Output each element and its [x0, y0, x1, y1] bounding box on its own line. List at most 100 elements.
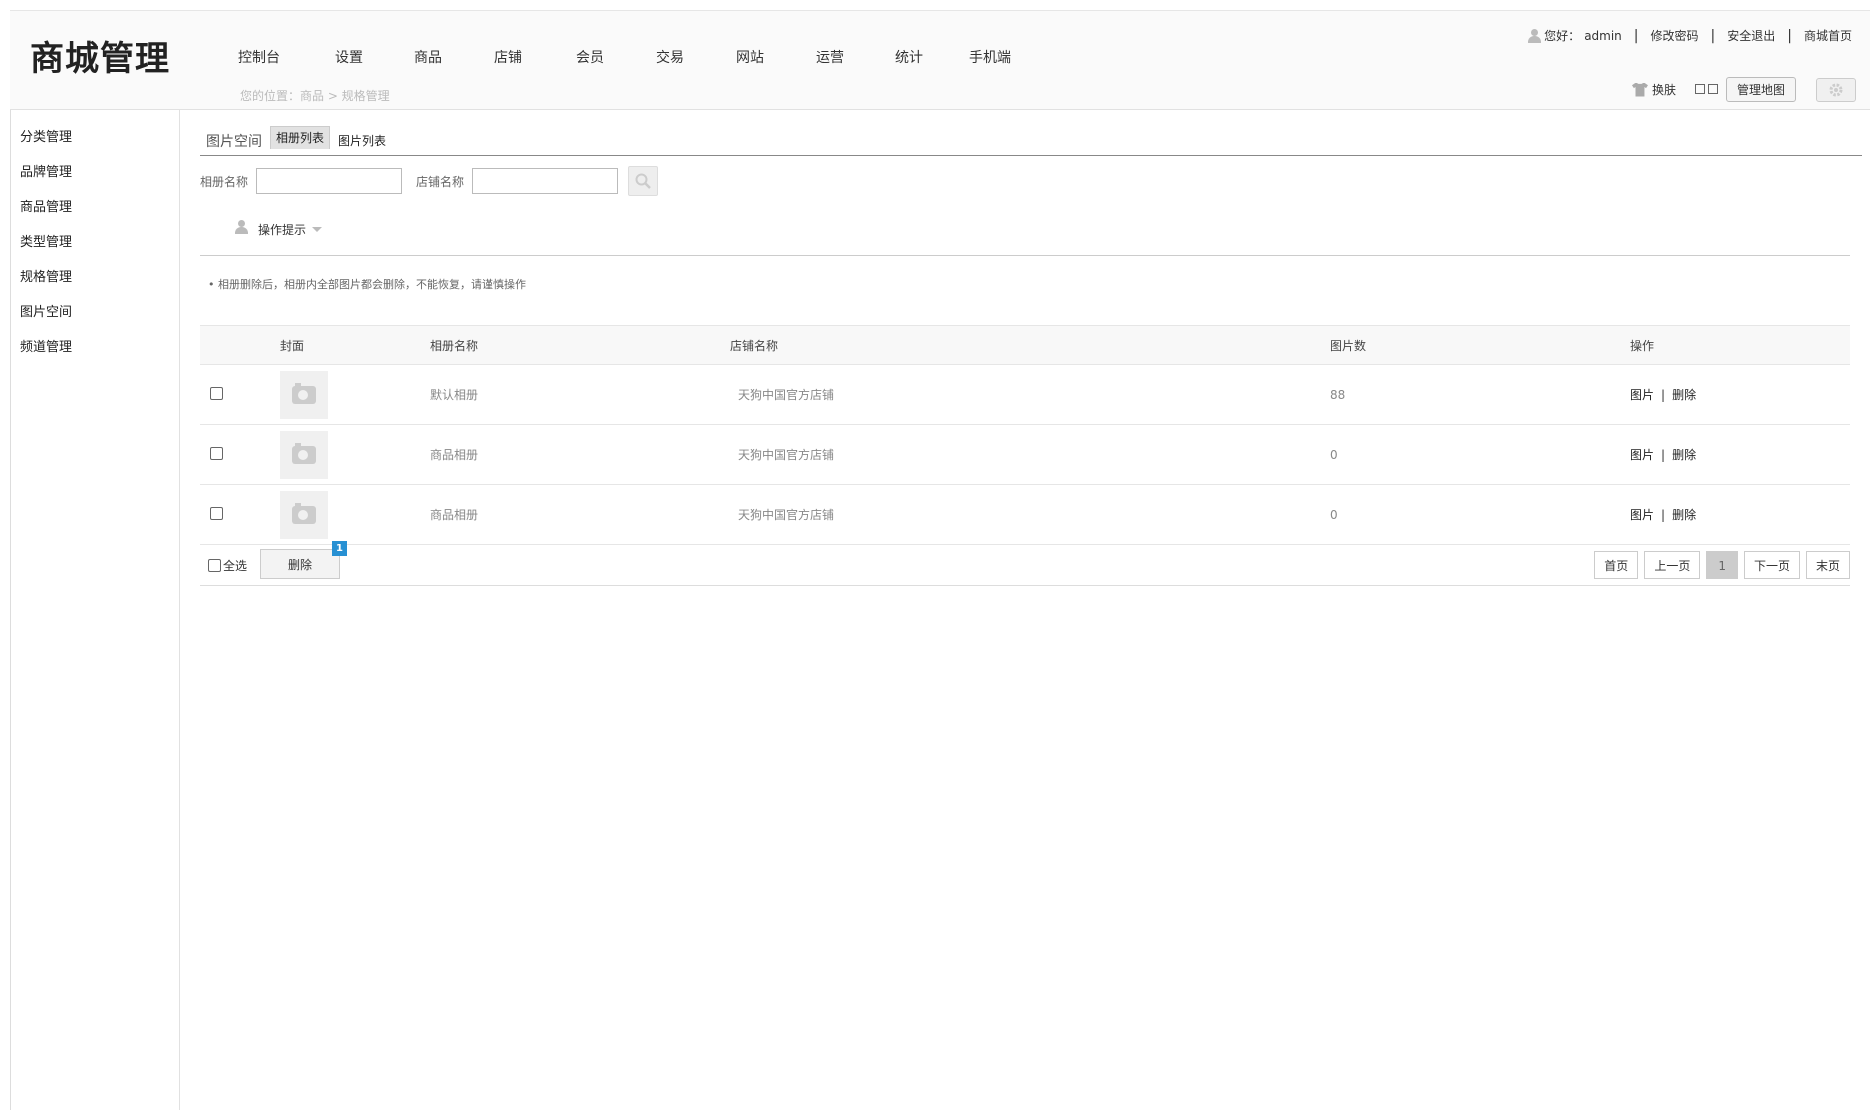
hint-title: 操作提示 [258, 222, 307, 237]
notice-text: • 相册删除后，相册内全部图片都会删除，不能恢复，请谨慎操作 [208, 278, 526, 291]
top-links: 您好： admin | 修改密码 | 安全退出 | 商城首页 [1527, 27, 1852, 44]
search-button[interactable] [628, 166, 659, 196]
image-count: 0 [1330, 424, 1630, 485]
breadcrumb: 您的位置：商品 > 规格管理 [240, 89, 390, 103]
divider: | [1710, 27, 1716, 44]
pager-current[interactable]: 1 [1706, 551, 1738, 579]
select-all-checkbox[interactable] [208, 559, 221, 572]
select-all-label[interactable]: 全选 [223, 557, 247, 574]
row-actions: 图片 | 删除 [1630, 424, 1850, 485]
sidebar-item-category[interactable]: 分类管理 [10, 120, 179, 155]
nav-trade[interactable]: 交易 [656, 47, 736, 67]
skin-icon[interactable] [1631, 82, 1648, 97]
store-name: 天狗中国官方店铺 [730, 484, 1330, 545]
nav-website[interactable]: 网站 [736, 47, 816, 67]
sidebar: 分类管理 品牌管理 商品管理 类型管理 规格管理 图片空间 频道管理 [10, 110, 180, 1110]
square-icon [1707, 83, 1718, 94]
skin-label[interactable]: 换肤 [1652, 81, 1676, 98]
settings-gear-button[interactable] [1816, 77, 1856, 102]
admin-map-button[interactable]: 管理地图 [1725, 77, 1796, 102]
sidebar-item-type[interactable]: 类型管理 [10, 225, 179, 260]
batch-delete-button[interactable]: 删除 [260, 549, 340, 579]
header-image-count: 图片数 [1330, 325, 1630, 365]
sidebar-item-channel[interactable]: 频道管理 [10, 330, 179, 365]
change-password-link[interactable]: 修改密码 [1651, 27, 1699, 44]
divider: | [1661, 448, 1666, 462]
greeting-text: 您好： [1544, 29, 1581, 43]
header-store-name: 店铺名称 [730, 325, 1330, 365]
divider: | [1787, 27, 1792, 44]
nav-operations[interactable]: 运营 [816, 47, 895, 67]
nav-mobile[interactable]: 手机端 [969, 47, 1011, 67]
nav-goods[interactable]: 商品 [414, 47, 494, 67]
tab-image-list[interactable]: 图片列表 [334, 128, 390, 153]
store-home-link[interactable]: 商城首页 [1804, 27, 1852, 44]
album-cover [280, 490, 328, 539]
table-row: 商品相册 天狗中国官方店铺 0 图片 | 删除 [200, 484, 1850, 545]
table-row: 商品相册 天狗中国官方店铺 0 图片 | 删除 [200, 424, 1850, 485]
view-images-link[interactable]: 图片 [1630, 448, 1654, 462]
row-checkbox[interactable] [210, 386, 223, 400]
album-cover [280, 430, 328, 479]
sidebar-item-spec[interactable]: 规格管理 [10, 260, 179, 295]
header-album-name: 相册名称 [430, 325, 730, 365]
store-name: 天狗中国官方店铺 [730, 424, 1330, 485]
app-logo: 商城管理 [30, 39, 170, 79]
tab-album-list[interactable]: 相册列表 [270, 126, 331, 149]
camera-icon [292, 442, 316, 464]
camera-icon [292, 382, 316, 404]
notification-badge: 1 [332, 541, 347, 556]
table-row: 默认相册 天狗中国官方店铺 88 图片 | 删除 [200, 364, 1850, 425]
album-cover [280, 370, 328, 419]
nav-dashboard[interactable]: 控制台 [238, 47, 335, 67]
layout-toggle[interactable] [1692, 83, 1718, 97]
view-images-link[interactable]: 图片 [1630, 388, 1654, 402]
sidebar-item-goods[interactable]: 商品管理 [10, 190, 179, 225]
username: admin [1584, 28, 1622, 43]
square-icon [1694, 83, 1705, 94]
row-actions: 图片 | 删除 [1630, 484, 1850, 545]
pager-next[interactable]: 下一页 [1743, 551, 1800, 579]
album-name: 商品相册 [430, 424, 730, 485]
view-images-link[interactable]: 图片 [1630, 508, 1654, 522]
operation-hint-toggle[interactable]: 操作提示 [234, 220, 323, 238]
select-all[interactable]: 全选 [208, 557, 247, 574]
nav-settings[interactable]: 设置 [335, 47, 414, 67]
delete-album-link[interactable]: 删除 [1672, 508, 1696, 522]
album-name: 商品相册 [430, 484, 730, 545]
pagination: 首页 上一页 1 下一页 末页 [1588, 551, 1850, 579]
table-footer: 全选 删除 1 首页 上一页 1 下一页 末页 [200, 541, 1850, 586]
image-count: 88 [1330, 364, 1630, 425]
album-name-label: 相册名称 [200, 174, 249, 189]
search-bar: 相册名称 店铺名称 [200, 166, 659, 196]
sidebar-item-image-space[interactable]: 图片空间 [10, 295, 179, 330]
chevron-down-icon [312, 226, 323, 232]
nav-members[interactable]: 会员 [576, 47, 656, 67]
image-count: 0 [1330, 484, 1630, 545]
nav-stores[interactable]: 店铺 [494, 47, 576, 67]
logout-link[interactable]: 安全退出 [1727, 27, 1775, 44]
delete-album-link[interactable]: 删除 [1672, 388, 1696, 402]
row-checkbox[interactable] [210, 506, 223, 520]
header-checkbox-col [200, 325, 280, 365]
header-actions: 操作 [1630, 325, 1850, 365]
store-name-input[interactable] [472, 168, 619, 194]
row-actions: 图片 | 删除 [1630, 364, 1850, 425]
nav-statistics[interactable]: 统计 [895, 47, 969, 67]
divider [200, 255, 1850, 256]
store-name: 天狗中国官方店铺 [730, 364, 1330, 425]
main-nav: 控制台 设置 商品 店铺 会员 交易 网站 运营 统计 手机端 [238, 47, 1011, 67]
header-tools: 换肤 管理地图 [1631, 77, 1856, 102]
gear-icon [1829, 83, 1843, 96]
album-name-input[interactable] [256, 168, 403, 194]
pager-first[interactable]: 首页 [1594, 551, 1639, 579]
divider: | [1661, 388, 1666, 402]
store-name-label: 店铺名称 [416, 174, 465, 189]
pager-prev[interactable]: 上一页 [1644, 551, 1701, 579]
album-table: 封面 相册名称 店铺名称 图片数 操作 默认相册 天狗中国官方店铺 88 图片 |… [200, 325, 1850, 545]
pager-last[interactable]: 末页 [1805, 551, 1850, 579]
hint-user-icon [234, 220, 252, 238]
sidebar-item-brand[interactable]: 品牌管理 [10, 155, 179, 190]
row-checkbox[interactable] [210, 446, 223, 460]
delete-album-link[interactable]: 删除 [1672, 448, 1696, 462]
